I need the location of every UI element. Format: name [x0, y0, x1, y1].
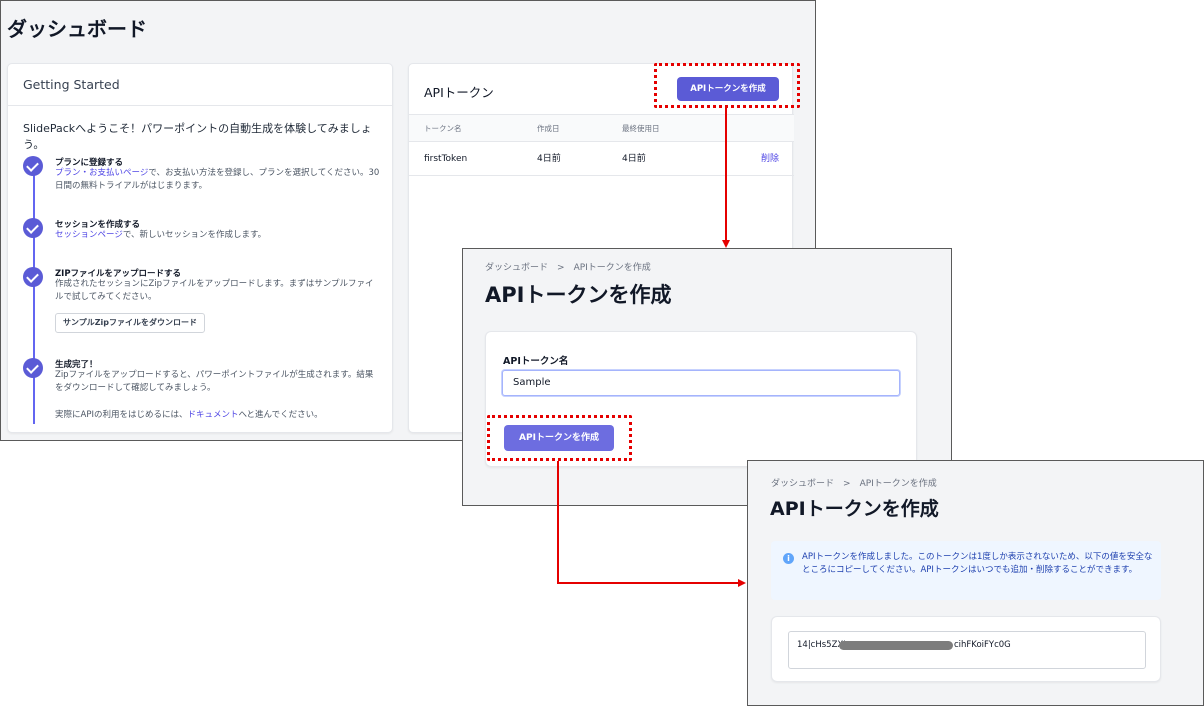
- highlight-create-button: [654, 63, 800, 108]
- timeline-line: [33, 166, 35, 424]
- step-description: プラン・お支払いページで、お支払い方法を登録し、プランを選択してください。30日…: [55, 168, 380, 191]
- breadcrumb: ダッシュボード > APIトークンを作成: [771, 479, 937, 489]
- documentation-link[interactable]: ドキュメント: [187, 410, 238, 420]
- check-icon: [23, 218, 43, 238]
- token-suffix: cihFKoiFYc0G: [954, 640, 1011, 650]
- breadcrumb: ダッシュボード > APIトークンを作成: [485, 263, 651, 273]
- page-title: ダッシュボード: [7, 17, 147, 41]
- token-created-screen: ダッシュボード > APIトークンを作成 APIトークンを作成 i APIトークンを…: [747, 460, 1204, 706]
- getting-started-intro: SlidePackへようこそ！パワーポイントの自動生成を体験してみましょう。: [23, 122, 372, 151]
- column-header: 最終使用日: [622, 124, 660, 133]
- breadcrumb-current: APIトークンを作成: [859, 479, 937, 489]
- info-alert: i APIトークンを作成しました。このトークンは1度しか表示されないため、以下の…: [771, 541, 1161, 600]
- token-last-used: 4日前: [622, 154, 646, 164]
- highlight-submit-button: [487, 415, 632, 461]
- page-title: APIトークンを作成: [485, 283, 672, 307]
- delete-token-link[interactable]: 削除: [761, 142, 779, 176]
- getting-started-card: Getting Started SlidePackへようこそ！パワーポイントの自…: [7, 63, 393, 433]
- getting-started-heading: Getting Started: [8, 64, 392, 106]
- token-name: firstToken: [424, 154, 468, 164]
- tokens-table-header: トークン名 作成日 最終使用日: [409, 114, 794, 142]
- session-page-link[interactable]: セッションページ: [55, 230, 123, 240]
- breadcrumb-dashboard[interactable]: ダッシュボード: [771, 479, 834, 489]
- api-tokens-heading: APIトークン: [424, 85, 494, 100]
- plan-payment-link[interactable]: プラン・お支払いページ: [55, 168, 148, 178]
- info-icon: i: [783, 553, 794, 564]
- column-header: 作成日: [537, 124, 560, 133]
- step-description: Zipファイルをアップロードすると、パワーポイントファイルが生成されます。結果を…: [55, 370, 374, 393]
- table-row: firstToken 4日前 4日前 削除: [409, 142, 794, 176]
- token-created: 4日前: [537, 154, 561, 164]
- breadcrumb-current: APIトークンを作成: [573, 263, 651, 273]
- check-icon: [23, 267, 43, 287]
- redacted-token-part: [839, 641, 953, 650]
- step-description: セッションページで、新しいセッションを作成します。: [55, 230, 267, 240]
- column-header: トークン名: [424, 124, 462, 133]
- page-title: APIトークンを作成: [770, 498, 939, 520]
- breadcrumb-dashboard[interactable]: ダッシュボード: [485, 263, 548, 273]
- token-card: 14|cHs5ZXI cihFKoiFYc0G: [771, 616, 1161, 682]
- token-name-input[interactable]: Sample: [502, 370, 900, 396]
- token-value-field[interactable]: 14|cHs5ZXI cihFKoiFYc0G: [788, 631, 1146, 669]
- download-sample-zip-button[interactable]: サンプルZipファイルをダウンロード: [55, 313, 206, 333]
- alert-message: APIトークンを作成しました。このトークンは1度しか表示されないため、以下の値を…: [802, 552, 1153, 575]
- check-icon: [23, 358, 43, 378]
- getting-started-footer: 実際にAPIの利用をはじめるには、ドキュメントへと進んでください。: [55, 410, 323, 420]
- step-description: 作成されたセッションにZipファイルをアップロードします。まずはサンプルファイル…: [55, 279, 374, 302]
- check-icon: [23, 156, 43, 176]
- token-name-label: APIトークン名: [503, 356, 569, 367]
